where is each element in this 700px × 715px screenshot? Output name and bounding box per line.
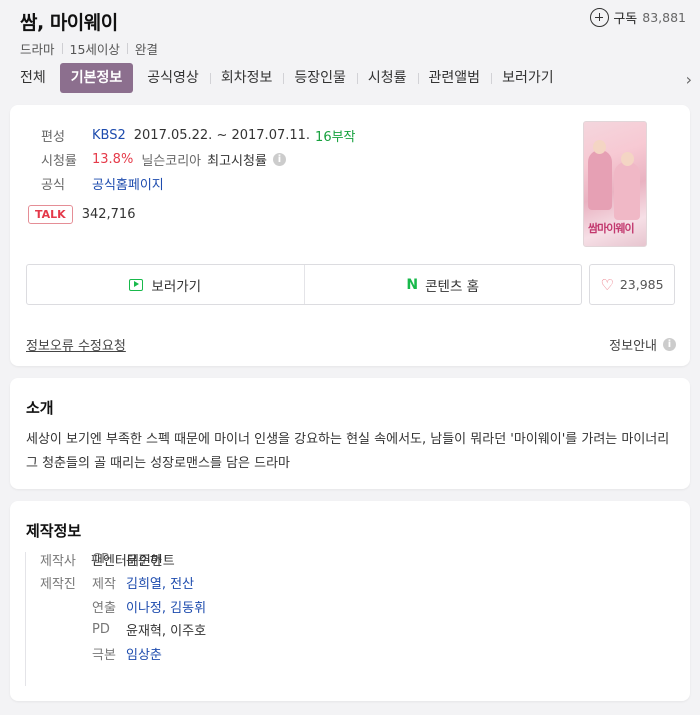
intro-text: 세상이 보기엔 부족한 스펙 때문에 마이너 인생을 강요하는 현실 속에서도,…	[26, 432, 670, 471]
page-title: 쌈, 마이웨이	[20, 12, 118, 34]
crew-row: PD 윤재혁, 이주호	[92, 618, 206, 642]
broadcast-period: 2017.05.22. ~ 2017.07.11.	[133, 127, 311, 143]
intro-card: 소개 세상이 보기엔 부족한 스펙 때문에 마이너 인생을 강요하는 현실 속에…	[10, 378, 690, 489]
rating-source: 닐슨코리아	[141, 153, 202, 169]
crew-names[interactable]: 이나정, 김동휘	[126, 597, 206, 616]
official-row: 공식 공식홈페이지	[41, 171, 356, 195]
official-label: 공식	[41, 177, 65, 193]
like-button[interactable]: ♡ 23,985	[589, 264, 675, 305]
crew-names: 문준하	[126, 553, 162, 569]
action-button-row: 보러가기 N 콘텐츠 홈	[26, 264, 582, 305]
meta-age: 15세이상	[69, 42, 120, 57]
info-icon[interactable]: i	[272, 152, 286, 166]
rating-label: 시청률	[41, 153, 77, 169]
poster-face	[593, 140, 606, 154]
poster-image[interactable]: 쌈마이웨이	[583, 121, 647, 247]
tab-basic-info[interactable]: 기본정보	[59, 63, 134, 93]
talk-row[interactable]: TALK 342,716	[28, 205, 135, 224]
broadcast-row: 편성 KBS2 2017.05.22. ~ 2017.07.11. 16부작	[41, 123, 356, 147]
poster-title: 쌈마이웨이	[588, 222, 635, 235]
crew-row: 제작 김희열, 전산	[92, 571, 206, 595]
subscribe-label: 구독	[613, 12, 638, 27]
play-icon	[129, 278, 144, 291]
meta-genre: 드라마	[20, 42, 55, 57]
crew-role: 제작	[92, 577, 116, 593]
staff-label: 제작진	[40, 577, 76, 592]
rating-value: 13.8%	[92, 151, 134, 167]
content-home-label: 콘텐츠 홈	[425, 278, 480, 295]
tab-episodes[interactable]: 회차정보	[209, 63, 284, 93]
like-count: 23,985	[619, 277, 664, 292]
watch-label: 보러가기	[151, 278, 202, 295]
tab-watch[interactable]: 보러가기	[491, 63, 565, 93]
intro-title: 소개	[26, 399, 54, 417]
subscribe-button[interactable]: 구독 83,881	[590, 8, 686, 27]
crew-row: 극본 임상춘	[92, 642, 206, 666]
episode-count: 16부작	[315, 129, 356, 145]
crew-role: 극본	[92, 647, 116, 663]
poster-face	[621, 152, 634, 166]
crew-role: CP	[92, 551, 109, 567]
plus-circle-icon	[590, 8, 610, 27]
crew-row: CP 문준하	[92, 548, 206, 572]
rating-row: 시청률 13.8% 닐슨코리아 최고시청률 i	[41, 147, 356, 171]
crew-role: PD	[92, 622, 110, 638]
talk-badge: TALK	[28, 205, 73, 224]
subscribe-count: 83,881	[642, 10, 686, 25]
poster-figure	[588, 150, 612, 210]
crew-role: 연출	[92, 600, 116, 616]
tab-ratings[interactable]: 시청률	[356, 63, 418, 93]
official-homepage-link[interactable]: 공식홈페이지	[92, 174, 164, 193]
info-rows: 편성 KBS2 2017.05.22. ~ 2017.07.11. 16부작 시…	[41, 123, 356, 195]
content-home-button[interactable]: N 콘텐츠 홈	[303, 265, 582, 304]
info-icon: i	[663, 338, 676, 351]
crew-names: 윤재혁, 이주호	[126, 624, 207, 640]
broadcast-label: 편성	[41, 129, 65, 145]
watch-button[interactable]: 보러가기	[27, 265, 304, 304]
divider	[25, 552, 26, 686]
tab-all[interactable]: 전체	[0, 63, 57, 93]
crew-names[interactable]: 임상춘	[126, 644, 162, 663]
basic-info-card: 편성 KBS2 2017.05.22. ~ 2017.07.11. 16부작 시…	[10, 105, 690, 366]
rating-type: 최고시청률	[207, 153, 267, 169]
meta-status: 완결	[134, 42, 158, 57]
tab-official-video[interactable]: 공식영상	[136, 63, 210, 93]
divider	[61, 43, 63, 54]
tab-characters[interactable]: 등장인물	[283, 63, 357, 93]
production-card: 제작정보 제작사 팬엔터테인먼트 제작진 CP 문준하 제작 김희열, 전산 연…	[10, 501, 690, 701]
tab-bar: 전체 기본정보 공식영상 회차정보 등장인물 시청률 관련앨범 보러가기	[0, 63, 700, 93]
company-label: 제작사	[40, 554, 76, 569]
production-title: 제작정보	[26, 522, 82, 540]
channel-link[interactable]: KBS2	[92, 128, 126, 143]
tab-albums[interactable]: 관련앨범	[417, 63, 492, 93]
crew-list: CP 문준하 제작 김희열, 전산 연출 이나정, 김동휘 PD 윤재혁, 이주…	[92, 552, 206, 666]
info-guide-button[interactable]: 정보안내 i	[609, 335, 676, 354]
guide-label: 정보안내	[609, 339, 657, 354]
crew-row: 연출 이나정, 김동휘	[92, 595, 206, 619]
divider	[126, 43, 128, 54]
naver-n-icon: N	[406, 276, 419, 293]
poster-figure	[614, 162, 640, 220]
heart-icon: ♡	[600, 275, 614, 294]
meta-info: 드라마 15세이상 완결	[20, 39, 158, 58]
report-error-link[interactable]: 정보오류 수정요청	[26, 335, 126, 354]
chevron-right-icon[interactable]: ›	[686, 70, 692, 89]
talk-count: 342,716	[81, 207, 136, 222]
crew-names[interactable]: 김희열, 전산	[126, 573, 194, 592]
